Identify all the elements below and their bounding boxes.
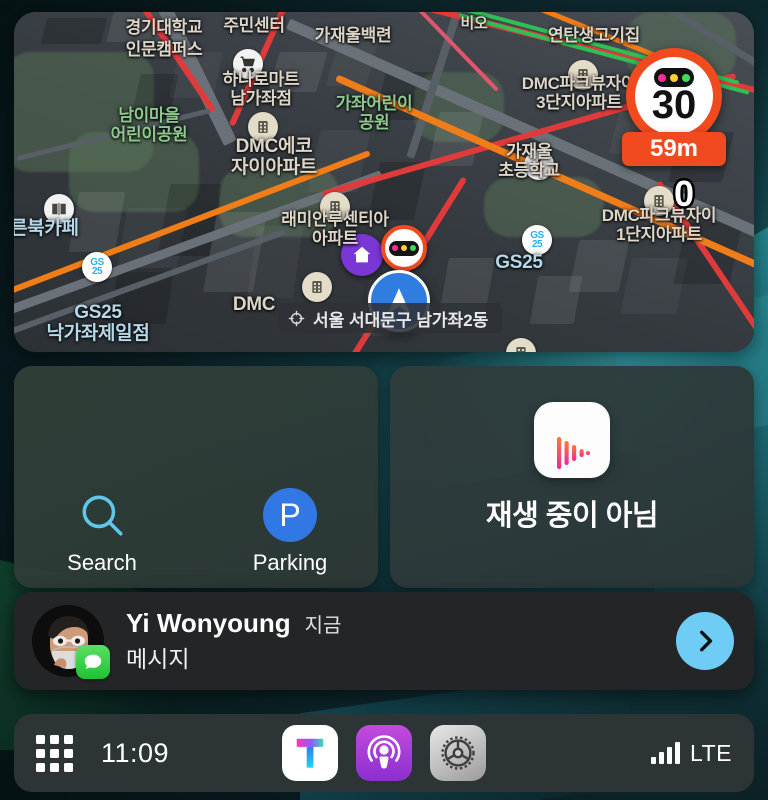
map-label: DMC에코 자이아파트	[231, 136, 317, 179]
carplay-dock: 11:09 LTE	[14, 714, 754, 792]
map-label: 가좌어린이 공원	[335, 94, 413, 133]
search-shortcut[interactable]: Search	[42, 488, 162, 576]
cellular-bars-icon	[651, 742, 681, 764]
speed-camera-distance: 59m	[622, 132, 726, 166]
parking-icon: P	[263, 488, 317, 542]
camera-count-badge: 0	[671, 173, 696, 214]
map-pin-gs25-b[interactable]: GS 25	[522, 225, 552, 255]
banner-body: 메시지	[126, 646, 190, 672]
map-label: 가재울 초등학교	[498, 142, 560, 181]
maps-shortcuts-tile[interactable]: Search P Parking	[14, 366, 378, 588]
chevron-right-icon	[700, 630, 713, 652]
address-pill[interactable]: 서울 서대문구 남가좌2동	[278, 303, 503, 333]
crosshair-icon	[288, 310, 305, 326]
podcasts-icon	[367, 735, 401, 769]
map-label: GS25	[495, 252, 543, 273]
app-grid-icon[interactable]	[36, 734, 73, 772]
carplay-dashboard: GS 25 GS 25 경기대학교 인문캠퍼스 주민센터 가재울백련 비오 연탄생고…	[0, 0, 768, 800]
parking-shortcut-label: Parking	[252, 550, 328, 575]
dock-app-podcasts[interactable]	[356, 725, 412, 781]
network-label: LTE	[690, 739, 732, 766]
message-notification-banner[interactable]: Yi Wonyoung 지금 메시지	[14, 592, 754, 690]
now-playing-tile[interactable]: 재생 중이 아님	[390, 366, 754, 588]
gear-icon	[441, 736, 475, 770]
map-label: 비오	[460, 15, 488, 32]
speed-limit-sign: 30	[626, 48, 722, 144]
search-icon	[75, 488, 129, 542]
messages-icon	[76, 645, 110, 679]
banner-sender: Yi Wonyoung	[126, 608, 291, 638]
map-label: GS25 낙가좌제일점	[46, 302, 150, 345]
speed-limit-value: 30	[651, 83, 697, 127]
navigation-map-card[interactable]: GS 25 GS 25 경기대학교 인문캠퍼스 주민센터 가재울백련 비오 연탄생고…	[14, 12, 754, 352]
map-label: DMC파크뷰자이 1단지아파트	[601, 206, 717, 245]
speed-limit-cluster[interactable]: 30 59m	[622, 48, 726, 166]
map-label: 인문캠퍼스	[125, 40, 203, 59]
address-text: 서울 서대문구 남가좌2동	[313, 310, 489, 330]
map-pin-apartment-4[interactable]	[302, 272, 332, 302]
search-shortcut-label: Search	[67, 550, 137, 575]
map-pin-gs25-a[interactable]: GS 25	[82, 252, 112, 282]
dock-app-tmap[interactable]	[282, 725, 338, 781]
dock-clock: 11:09	[101, 737, 170, 768]
banner-expand-button[interactable]	[676, 612, 734, 670]
dock-status: LTE	[651, 740, 732, 767]
dock-app-settings[interactable]	[430, 725, 486, 781]
avatar	[32, 605, 110, 679]
now-playing-label: 재생 중이 아님	[485, 500, 659, 532]
map-label: 래미안루센티아 아파트	[281, 210, 389, 249]
map-label: 가재울백련	[314, 26, 392, 45]
map-label: 연탄생고기집	[547, 26, 641, 45]
tmap-icon	[296, 738, 324, 768]
parking-shortcut[interactable]: P Parking	[230, 488, 350, 576]
banner-time: 지금	[304, 615, 342, 637]
music-waveform-icon	[534, 402, 610, 478]
map-label: 른북카페	[14, 218, 79, 239]
